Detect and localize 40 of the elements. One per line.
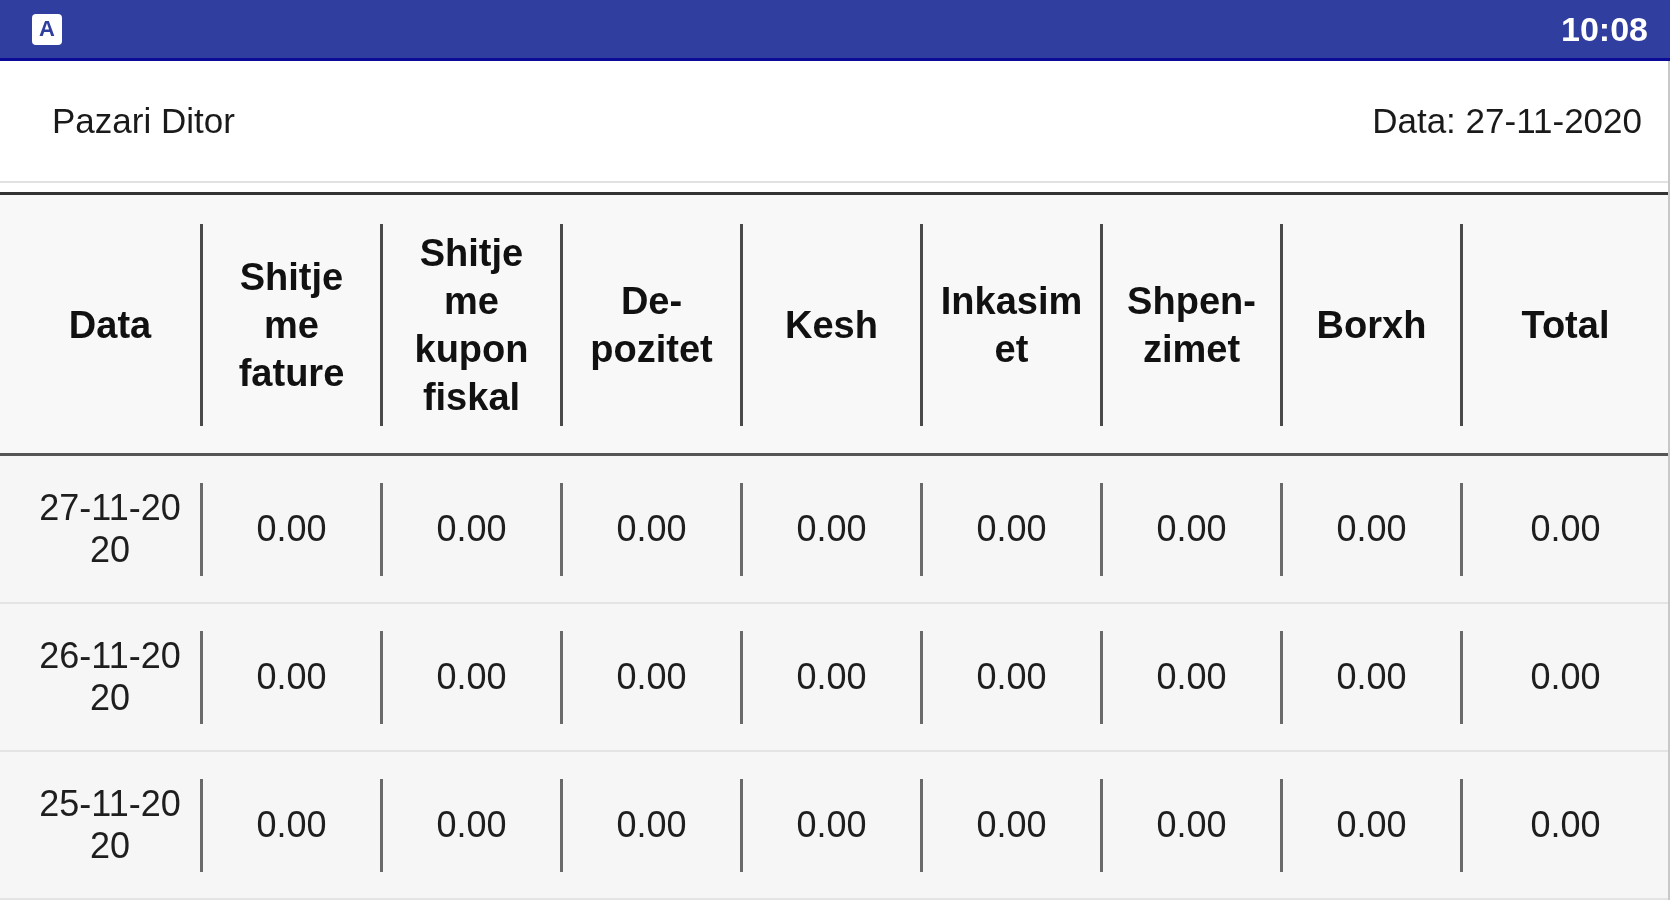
column-header: De- pozitet (563, 224, 743, 426)
table-cell: 0.00 (203, 482, 383, 576)
table-cell: 0.00 (1103, 630, 1283, 724)
table-cell: 0.00 (923, 778, 1103, 872)
table-cell: 0.00 (743, 630, 923, 724)
column-header: Borxh (1283, 224, 1463, 426)
table-cell: 0.00 (743, 482, 923, 576)
table-cell: 0.00 (1283, 778, 1463, 872)
column-header: Kesh (743, 224, 923, 426)
table-cell: 0.00 (923, 630, 1103, 724)
screen-title: Pazari Ditor (52, 101, 235, 141)
table-cell: 0.00 (383, 482, 563, 576)
date-label: Data: 27-11-2020 (1372, 101, 1642, 141)
table-cell: 26-11-20 20 (0, 630, 203, 724)
column-header: Total (1520, 303, 1611, 348)
table-cell-text: 0.00 (1529, 803, 1602, 847)
table-cell-text: 0.00 (1529, 507, 1602, 551)
table-cell: 0.00 (383, 778, 563, 872)
table-cell: 0.00 (563, 778, 743, 872)
column-header: Shpen- zimet (1103, 224, 1283, 426)
table-cell: 0.00 (563, 630, 743, 724)
column-header: Data (0, 224, 203, 426)
column-header: Shitje me fature (203, 224, 383, 426)
column-header: Shitje me kupon fiskal (383, 224, 563, 426)
table-cell: 0.00 (383, 630, 563, 724)
table-cell: 0.00 (203, 630, 383, 724)
letter-tile-icon: A (32, 13, 62, 45)
table-cell: 27-11-20 20 (0, 482, 203, 576)
table-cell: 0.00 (1283, 482, 1463, 576)
table-cell: 0.00 (1103, 778, 1283, 872)
status-time: 10:08 (1561, 9, 1648, 49)
table-cell: 0.00 (1103, 482, 1283, 576)
table-cell-text: 0.00 (1529, 655, 1602, 699)
table-cell: 0.00 (203, 778, 383, 872)
table-cell: 0.00 (743, 778, 923, 872)
column-header: Inkasim et (923, 224, 1103, 426)
table-cell: 25-11-20 20 (0, 778, 203, 872)
table-cell: 0.00 (563, 482, 743, 576)
table-cell: 0.00 (923, 482, 1103, 576)
table-cell: 0.00 (1283, 630, 1463, 724)
